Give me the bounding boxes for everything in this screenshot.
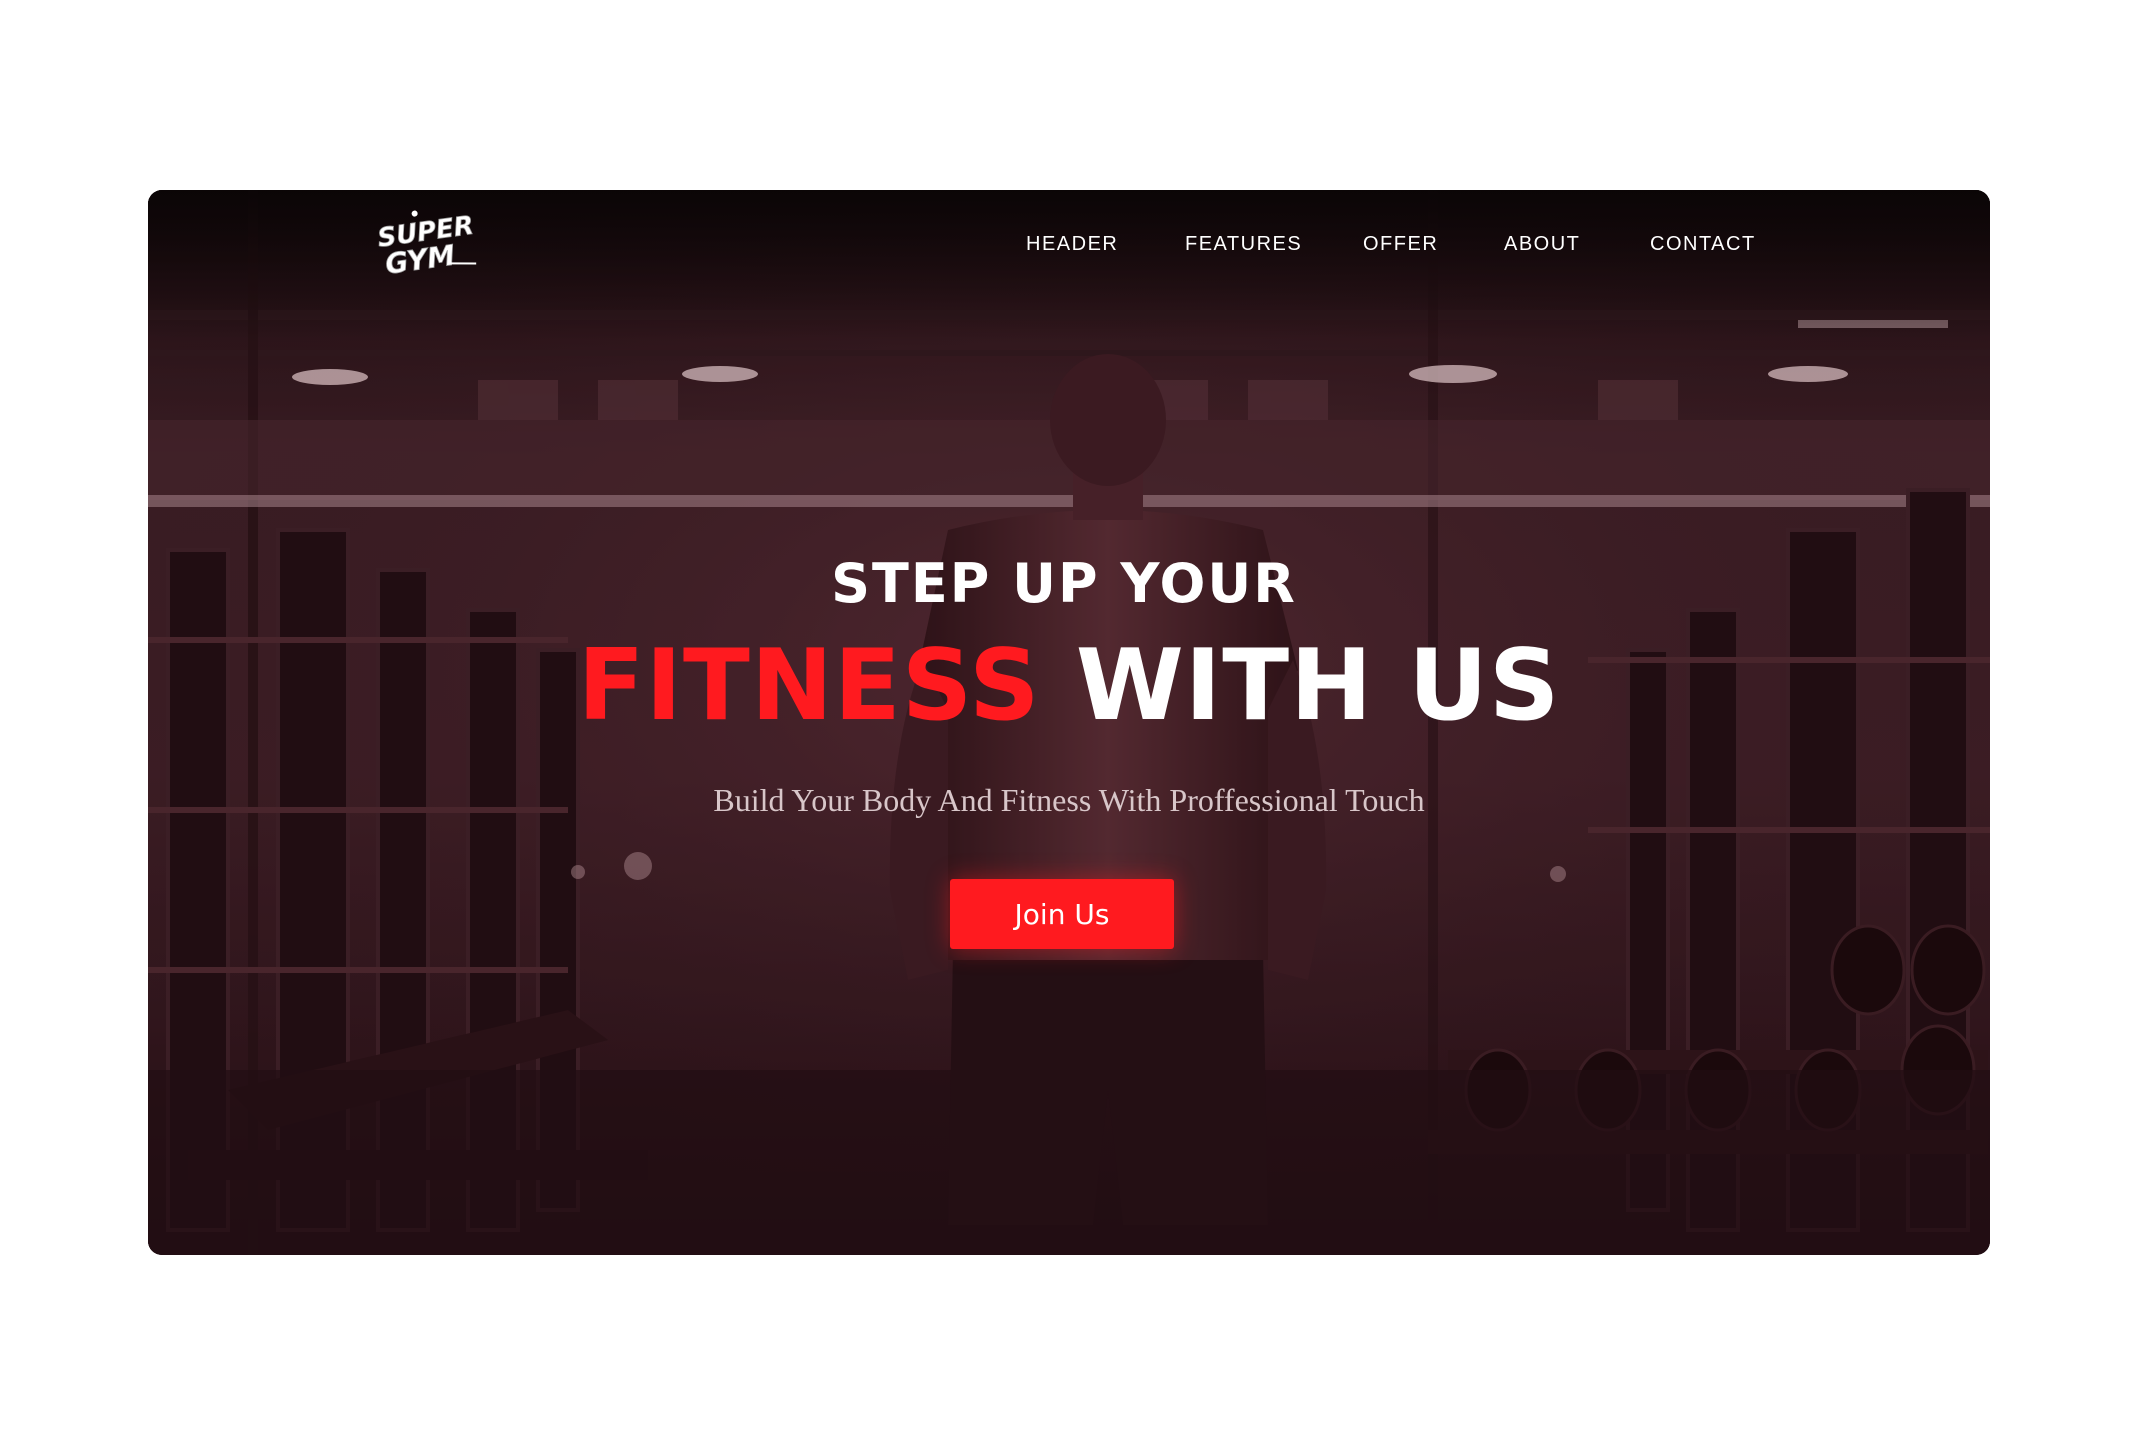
- nav-link-offer[interactable]: OFFER: [1363, 224, 1438, 264]
- nav-link-header[interactable]: HEADER: [1026, 224, 1118, 264]
- join-us-button[interactable]: Join Us: [950, 879, 1174, 949]
- hero-heading-rest: WITH US: [1075, 629, 1561, 743]
- nav-menu: HEADER FEATURES OFFER ABOUT CONTACT: [148, 224, 1990, 264]
- nav-link-about[interactable]: ABOUT: [1504, 224, 1580, 264]
- nav-link-contact[interactable]: CONTACT: [1650, 224, 1756, 264]
- hero-heading-line1: STEP UP YOUR: [831, 552, 1297, 615]
- navbar: SUPER GYM HEADER FEATURES OFFER ABOUT CO…: [148, 190, 1990, 330]
- hero-section: SUPER GYM HEADER FEATURES OFFER ABOUT CO…: [148, 190, 1990, 1255]
- hero-heading-line2: FITNESS WITH US: [148, 630, 1990, 742]
- nav-link-features[interactable]: FEATURES: [1185, 224, 1302, 264]
- hero-heading-accent: FITNESS: [577, 629, 1041, 743]
- hero-subtitle: Build Your Body And Fitness With Proffes…: [713, 782, 1425, 818]
